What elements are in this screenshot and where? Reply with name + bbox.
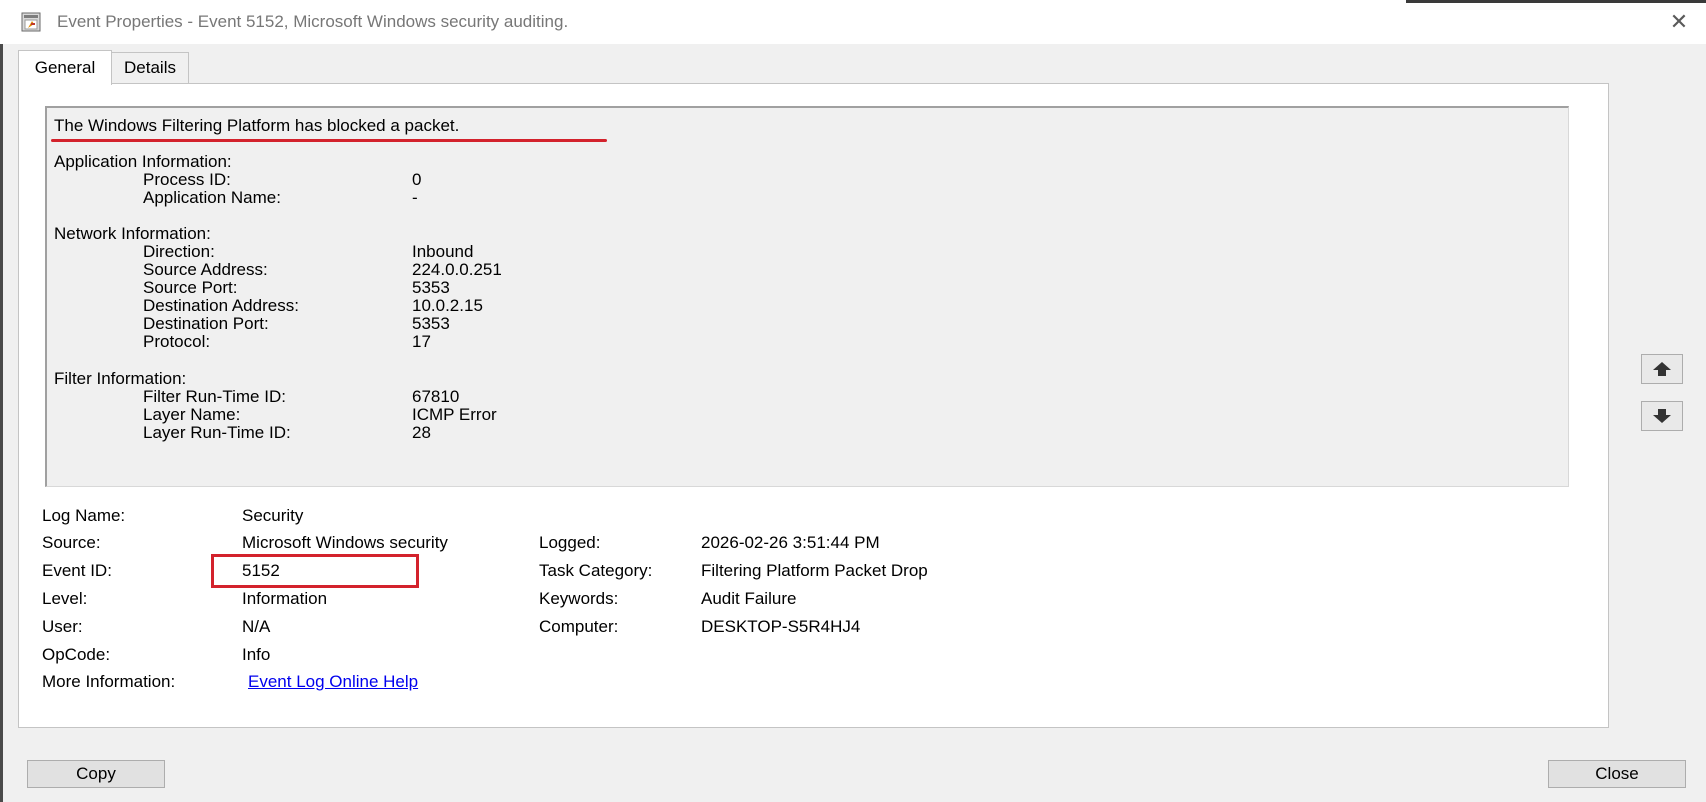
event-id-label: Event ID: <box>42 561 112 580</box>
description-headline: The Windows Filtering Platform has block… <box>54 116 460 135</box>
user-label: User: <box>42 617 83 636</box>
row-value: 28 <box>412 423 431 442</box>
window-edge <box>0 0 3 802</box>
close-icon: ✕ <box>1669 9 1689 34</box>
log-name-value: Security <box>242 506 304 525</box>
row-value: Inbound <box>412 242 474 261</box>
row-label: Protocol: <box>143 332 211 351</box>
opcode-value: Info <box>242 645 271 664</box>
tab-general[interactable]: General <box>18 50 112 85</box>
headline-annotation-underline <box>51 139 607 142</box>
event-description[interactable]: The Windows Filtering Platform has block… <box>45 106 1569 487</box>
level-label: Level: <box>42 589 88 608</box>
row-label: Layer Run-Time ID: <box>143 423 291 442</box>
task-category-value: Filtering Platform Packet Drop <box>701 561 928 580</box>
row-value: 5353 <box>412 278 450 297</box>
keywords-value: Audit Failure <box>701 589 797 608</box>
row-value: 67810 <box>412 387 460 406</box>
section-title-filter: Filter Information: <box>54 369 187 388</box>
row-value: 224.0.0.251 <box>412 260 502 279</box>
arrow-up-icon <box>1653 362 1671 376</box>
row-label: Application Name: <box>143 188 281 207</box>
event-log-online-help-link[interactable]: Event Log Online Help <box>248 672 418 692</box>
event-id-annotation-box <box>211 554 419 588</box>
row-label: Layer Name: <box>143 405 241 424</box>
row-value: 17 <box>412 332 431 351</box>
tab-details[interactable]: Details <box>111 52 189 83</box>
row-label: Destination Address: <box>143 296 299 315</box>
row-label: Filter Run-Time ID: <box>143 387 286 406</box>
section-title-application: Application Information: <box>54 152 232 171</box>
computer-value: DESKTOP-S5R4HJ4 <box>701 617 861 636</box>
copy-button[interactable]: Copy <box>27 760 165 788</box>
previous-event-button[interactable] <box>1641 354 1683 384</box>
row-label: Source Address: <box>143 260 268 279</box>
logged-label: Logged: <box>539 533 601 552</box>
event-properties-icon <box>21 12 41 32</box>
row-value: 5353 <box>412 314 450 333</box>
user-value: N/A <box>242 617 271 636</box>
log-name-label: Log Name: <box>42 506 126 525</box>
row-value: 0 <box>412 170 422 189</box>
opcode-label: OpCode: <box>42 645 111 664</box>
title-close-button[interactable]: ✕ <box>1652 0 1706 44</box>
section-title-network: Network Information: <box>54 224 211 243</box>
task-category-label: Task Category: <box>539 561 653 580</box>
close-button[interactable]: Close <box>1548 760 1686 788</box>
source-value: Microsoft Windows security <box>242 533 448 552</box>
source-label: Source: <box>42 533 101 552</box>
row-value: - <box>412 188 418 207</box>
row-label: Direction: <box>143 242 215 261</box>
level-value: Information <box>242 589 328 608</box>
row-value: ICMP Error <box>412 405 497 424</box>
more-information-label: More Information: <box>42 672 176 691</box>
logged-value: 2026-02-26 3:51:44 PM <box>701 533 880 552</box>
window-title: Event Properties - Event 5152, Microsoft… <box>57 12 569 31</box>
title-bar[interactable]: Event Properties - Event 5152, Microsoft… <box>0 0 1706 44</box>
row-value: 10.0.2.15 <box>412 296 483 315</box>
computer-label: Computer: <box>539 617 619 636</box>
row-label: Source Port: <box>143 278 238 297</box>
row-label: Process ID: <box>143 170 231 189</box>
next-event-button[interactable] <box>1641 401 1683 431</box>
arrow-down-icon <box>1653 409 1671 423</box>
keywords-label: Keywords: <box>539 589 619 608</box>
event-properties-window: Event Properties - Event 5152, Microsoft… <box>0 0 1706 802</box>
row-label: Destination Port: <box>143 314 269 333</box>
